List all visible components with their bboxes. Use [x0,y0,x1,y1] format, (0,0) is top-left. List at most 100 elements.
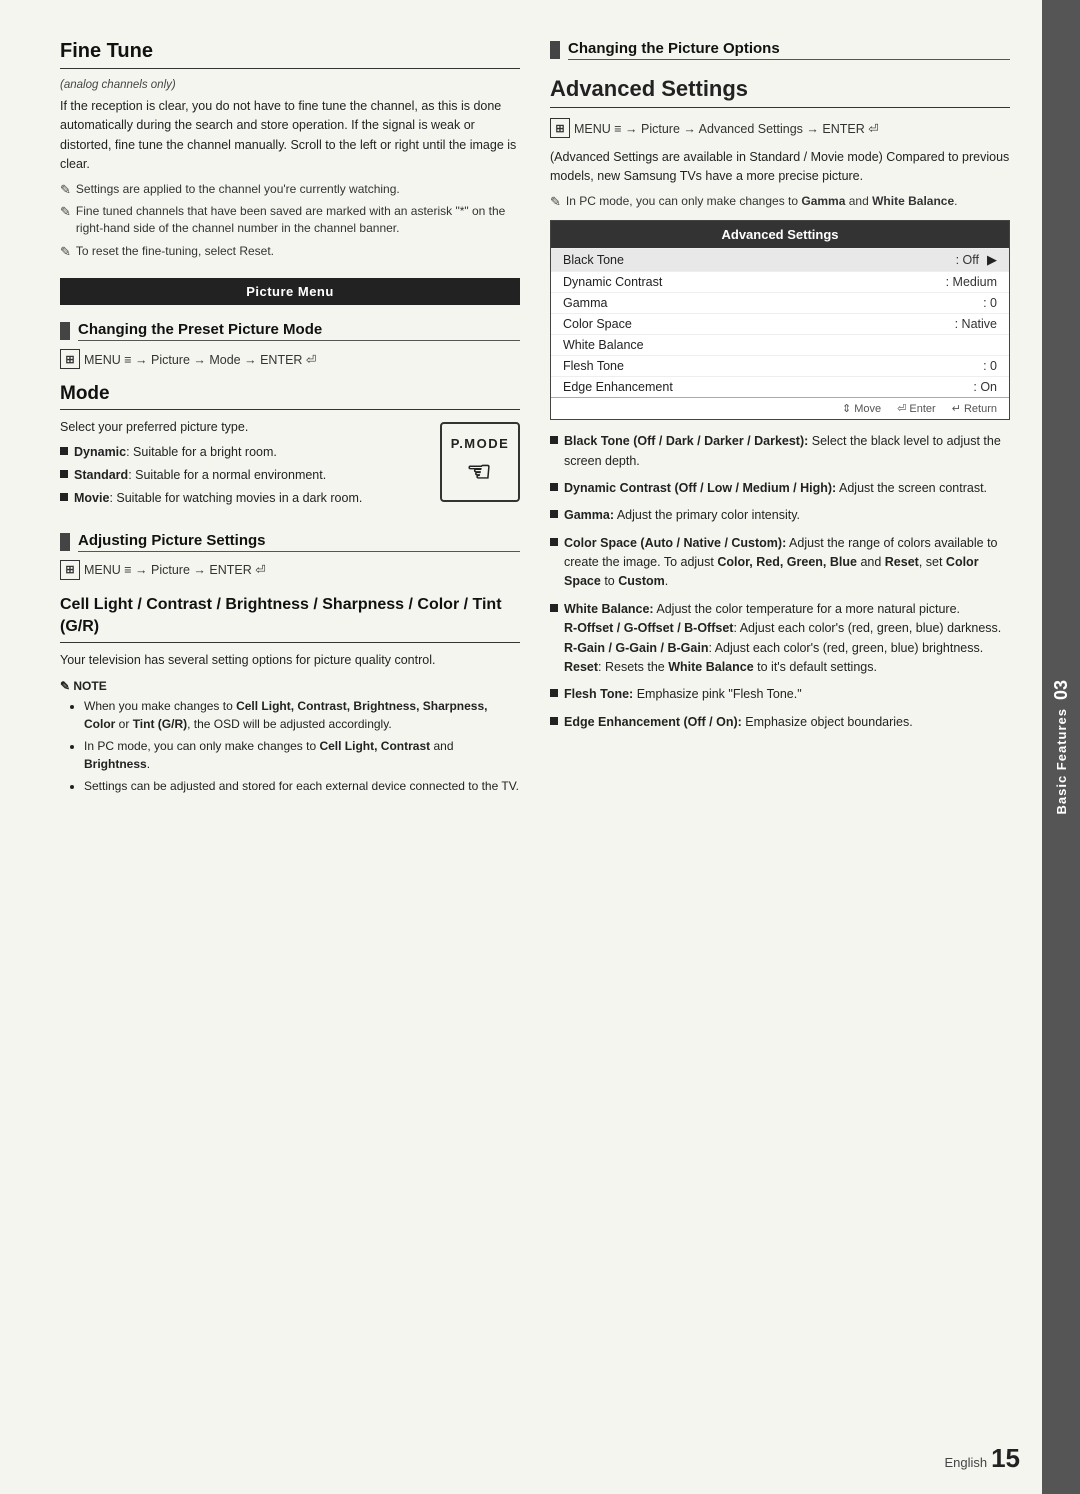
bullet-sq-5 [550,604,558,612]
changing-options-bar: Changing the Picture Options [550,40,1010,60]
mode-item-movie: Movie: Suitable for watching movies in a… [60,489,428,508]
gamma-label: Gamma [563,296,975,310]
fine-tune-note-text-2: Fine tuned channels that have been saved… [76,203,520,238]
note-label-text: NOTE [73,679,106,693]
page: Fine Tune (analog channels only) If the … [0,0,1080,1494]
note-label: ✎ NOTE [60,679,520,693]
mode-list: Dynamic: Suitable for a bright room. Sta… [60,443,428,507]
footer-page-number: 15 [991,1443,1020,1474]
flesh-tone-label: Flesh Tone [563,359,975,373]
cell-light-body: Your television has several setting opti… [60,651,520,670]
adv-settings-table: Advanced Settings Black Tone : Off ▶ Dyn… [550,220,1010,420]
menu-icon-2: ⊞ [60,560,80,580]
bullet-dynamic-contrast: Dynamic Contrast (Off / Low / Medium / H… [550,479,1010,498]
bullet-content-7: Edge Enhancement (Off / On): Emphasize o… [564,713,1010,732]
mode-desc: Select your preferred picture type. Dyna… [60,418,428,516]
changing-options-title: Changing the Picture Options [568,40,1010,60]
bullet-gamma: Gamma: Adjust the primary color intensit… [550,506,1010,525]
bullet-sq-2 [550,483,558,491]
color-space-label: Color Space [563,317,947,331]
pmode-hand-icon: ☜ [466,455,493,488]
note-item-1: When you make changes to Cell Light, Con… [84,697,520,733]
changing-options-indicator [550,41,560,59]
advanced-settings-title: Advanced Settings [550,76,1010,108]
bullet-sq-1 [550,436,558,444]
adjusting-nav: ⊞ MENU ≡ → Picture → ENTER ⏎ [60,560,520,580]
picture-menu-box: Picture Menu [60,278,520,305]
bullet-sq-3 [550,510,558,518]
table-row-flesh-tone: Flesh Tone : 0 [551,355,1009,376]
adv-pencil-icon: ✎ [550,194,561,210]
adv-note-text: In PC mode, you can only make changes to… [566,193,958,210]
dynamic-contrast-label: Dynamic Contrast [563,275,938,289]
adv-nav-text: MENU ≡ → Picture → Advanced Settings → E… [574,121,879,136]
preset-mode-nav-text: MENU ≡ → Picture → Mode → ENTER ⏎ [84,352,316,367]
table-header: Advanced Settings [551,221,1009,248]
mode-dynamic-text: Dynamic: Suitable for a bright room. [74,443,277,462]
table-row-white-balance: White Balance [551,334,1009,355]
note-item-2: In PC mode, you can only make changes to… [84,737,520,773]
table-footer-move: ⇕ Move [842,402,881,415]
fine-tune-note-2: ✎ Fine tuned channels that have been sav… [60,203,520,238]
section-bar-indicator [60,322,70,340]
fine-tune-note-3: ✎ To reset the fine-tuning, select Reset… [60,243,520,260]
note-list: When you make changes to Cell Light, Con… [60,697,520,795]
table-row-dynamic-contrast: Dynamic Contrast : Medium [551,271,1009,292]
bullet-sq-7 [550,717,558,725]
bullet-content-2: Dynamic Contrast (Off / Low / Medium / H… [564,479,1010,498]
fine-tune-body: If the reception is clear, you do not ha… [60,97,520,175]
table-footer-enter: ⏎ Enter [897,402,936,415]
pencil-icon-3: ✎ [60,244,71,260]
sidebar-label: Basic Features [1054,708,1069,815]
pencil-icon-1: ✎ [60,182,71,198]
fine-tune-title: Fine Tune [60,40,520,69]
right-bullet-list: Black Tone (Off / Dark / Darker / Darkes… [550,432,1010,732]
menu-icon-3: ⊞ [550,118,570,138]
main-content: Fine Tune (analog channels only) If the … [0,0,1042,1494]
pencil-icon-2: ✎ [60,204,71,220]
fine-tune-section: Fine Tune (analog channels only) If the … [60,40,520,260]
table-row-color-space: Color Space : Native [551,313,1009,334]
black-tone-arrow: ▶ [987,252,997,268]
mode-standard-text: Standard: Suitable for a normal environm… [74,466,326,485]
note-box: ✎ NOTE When you make changes to Cell Lig… [60,679,520,795]
adjusting-bar-indicator [60,533,70,551]
gamma-value: : 0 [983,296,997,310]
preset-mode-nav: ⊞ MENU ≡ → Picture → Mode → ENTER ⏎ [60,349,520,369]
bullet-color-space: Color Space (Auto / Native / Custom): Ad… [550,534,1010,592]
bullet-content-5: White Balance: Adjust the color temperat… [564,600,1010,678]
mode-title: Mode [60,383,520,410]
mode-section: Mode Select your preferred picture type.… [60,383,520,516]
bullet-black-tone: Black Tone (Off / Dark / Darker / Darkes… [550,432,1010,471]
edge-enhancement-value: : On [973,380,997,394]
color-space-value: : Native [955,317,997,331]
adjusting-title: Adjusting Picture Settings [78,532,520,552]
bullet-content-1: Black Tone (Off / Dark / Darker / Darkes… [564,432,1010,471]
bullet-content-6: Flesh Tone: Emphasize pink "Flesh Tone." [564,685,1010,704]
table-row-black-tone: Black Tone : Off ▶ [551,248,1009,271]
mode-movie-text: Movie: Suitable for watching movies in a… [74,489,362,508]
mode-item-standard: Standard: Suitable for a normal environm… [60,466,428,485]
bullet-white-balance: White Balance: Adjust the color temperat… [550,600,1010,678]
mode-flex: Select your preferred picture type. Dyna… [60,418,520,516]
fine-tune-note-text-1: Settings are applied to the channel you'… [76,181,400,198]
adv-nav: ⊞ MENU ≡ → Picture → Advanced Settings →… [550,118,1010,138]
table-row-gamma: Gamma : 0 [551,292,1009,313]
note-pencil-icon: ✎ [60,679,73,693]
white-balance-label: White Balance [563,338,989,352]
pmode-box: P.MODE ☜ [440,422,520,502]
black-tone-value: : Off [956,253,979,267]
dynamic-contrast-value: : Medium [946,275,997,289]
preset-mode-title: Changing the Preset Picture Mode [78,321,520,341]
mode-body: Select your preferred picture type. [60,418,428,437]
black-tone-label: Black Tone [563,253,948,267]
right-column: Changing the Picture Options Advanced Se… [550,40,1010,1434]
bullet-standard [60,470,68,478]
adv-body1: (Advanced Settings are available in Stan… [550,148,1010,187]
sidebar-tab: 03 Basic Features [1042,0,1080,1494]
left-column: Fine Tune (analog channels only) If the … [60,40,520,1434]
footer: English 15 [944,1443,1020,1474]
menu-icon-1: ⊞ [60,349,80,369]
adjusting-nav-text: MENU ≡ → Picture → ENTER ⏎ [84,562,266,577]
preset-mode-bar: Changing the Preset Picture Mode [60,321,520,341]
